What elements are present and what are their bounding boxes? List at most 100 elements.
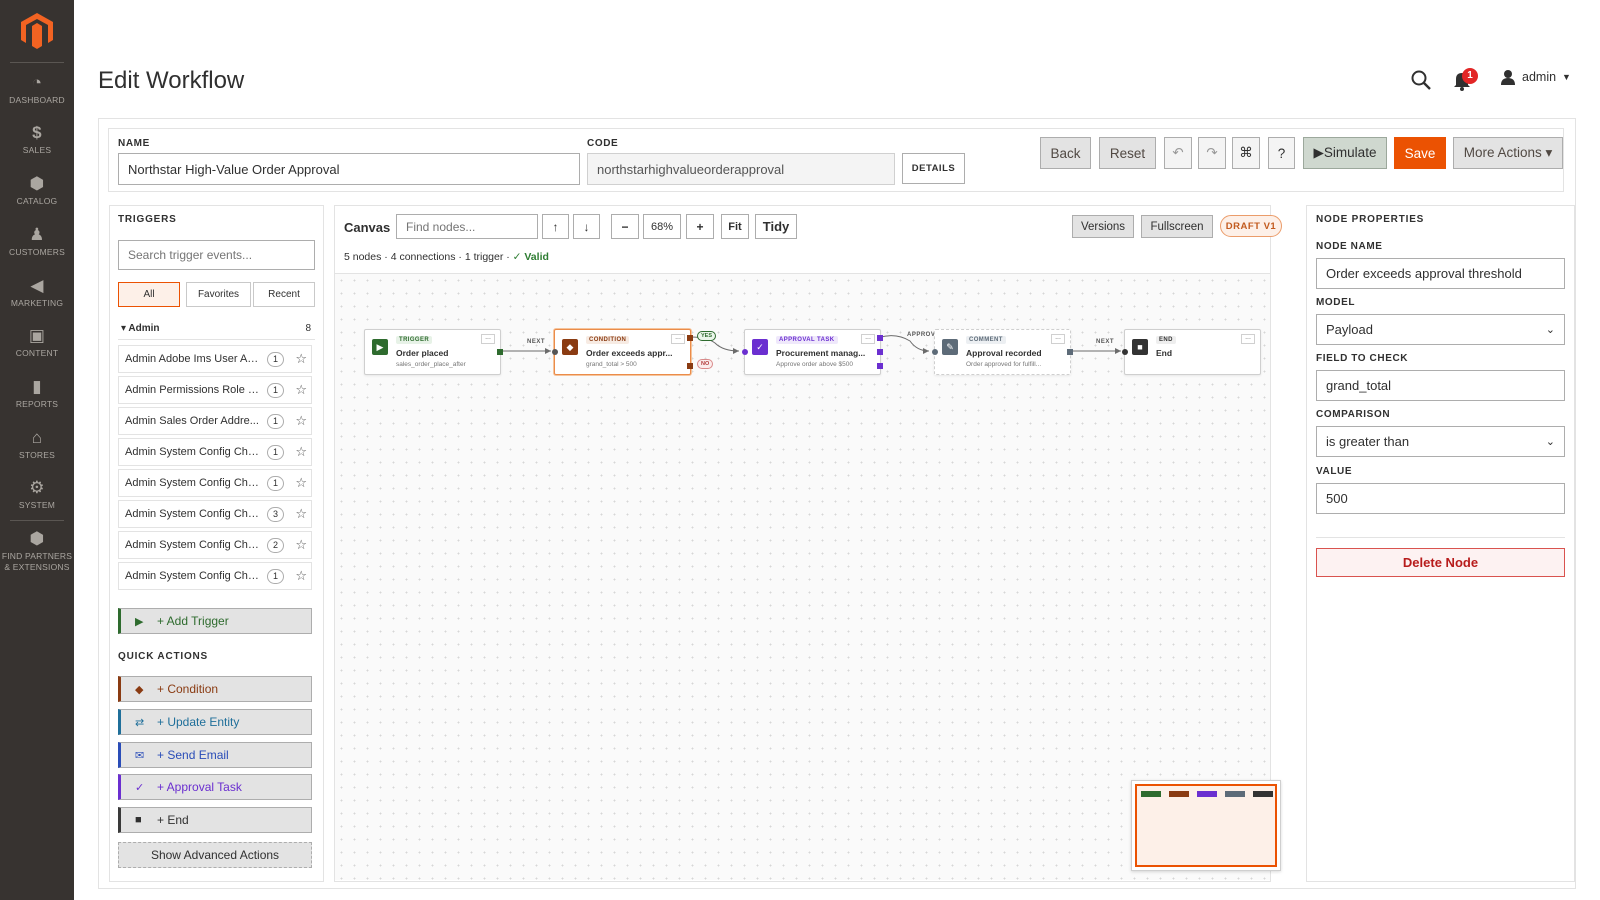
node-type: CONDITION (586, 336, 630, 344)
trigger-search-input[interactable] (118, 240, 315, 270)
add-update-entity-button[interactable]: ⇄ + Update Entity (118, 709, 312, 735)
person-icon: ♟ (29, 225, 45, 244)
output-port-yes[interactable] (687, 335, 693, 341)
trigger-item[interactable]: Admin Permissions Role P... 1 ☆ (118, 376, 312, 404)
zoom-level: 68% (643, 214, 681, 239)
help-button[interactable]: ? (1268, 137, 1295, 169)
star-icon[interactable]: ☆ (295, 537, 307, 553)
trigger-item[interactable]: Admin System Config Cha... 2 ☆ (118, 531, 312, 559)
nav-marketing[interactable]: ◀ MARKETING (0, 277, 74, 309)
user-menu[interactable]: admin ▼ (1500, 69, 1571, 85)
node-subtitle: sales_order_place_after (396, 361, 466, 368)
trigger-group-admin[interactable]: ▾ Admin 8 (118, 318, 315, 340)
zoom-out-button[interactable]: − (611, 214, 639, 239)
edge-label-approved: APPROV (907, 332, 936, 338)
back-button[interactable]: Back (1040, 137, 1091, 169)
trigger-item[interactable]: Admin Adobe Ims User Au... 1 ☆ (118, 345, 312, 373)
node-comment[interactable]: ✎ COMMENT Approval recorded Order approv… (932, 329, 1073, 375)
node-menu-button[interactable]: ... (1051, 334, 1065, 344)
input-port[interactable] (552, 349, 558, 355)
redo-button[interactable]: ↷ (1198, 137, 1226, 169)
minimap[interactable] (1131, 780, 1281, 871)
reset-button[interactable]: Reset (1099, 137, 1156, 169)
star-icon[interactable]: ☆ (295, 568, 307, 584)
nav-dashboard[interactable]: ◔ DASHBOARD (0, 74, 74, 106)
node-trigger[interactable]: ▶ TRIGGER Order placed sales_order_place… (364, 329, 503, 375)
trigger-item[interactable]: Admin System Config Cha... 1 ☆ (118, 469, 312, 497)
trigger-item[interactable]: Admin System Config Cha... 1 ☆ (118, 562, 312, 590)
shortcuts-button[interactable]: ⌘ (1232, 137, 1260, 169)
tab-all[interactable]: All (118, 282, 180, 307)
output-port-no[interactable] (687, 363, 693, 369)
add-send-email-button[interactable]: ✉ + Send Email (118, 742, 312, 768)
trigger-item[interactable]: Admin Sales Order Addre... 1 ☆ (118, 407, 312, 435)
star-icon[interactable]: ☆ (295, 351, 307, 367)
model-select[interactable]: Payload ⌄ (1316, 314, 1565, 345)
details-button[interactable]: DETAILS (902, 153, 965, 184)
value-input[interactable]: 500 (1316, 483, 1565, 514)
node-end[interactable]: ■ END End ... (1122, 329, 1261, 375)
input-port[interactable] (1122, 349, 1128, 355)
nav-stores[interactable]: ⌂ STORES (0, 429, 74, 461)
comparison-select[interactable]: is greater than ⌄ (1316, 426, 1565, 457)
next-match-button[interactable]: ↓ (573, 214, 600, 239)
undo-button[interactable]: ↶ (1164, 137, 1192, 169)
output-port[interactable] (877, 349, 883, 355)
minimap-node (1197, 791, 1217, 797)
star-icon[interactable]: ☆ (295, 444, 307, 460)
star-icon[interactable]: ☆ (295, 382, 307, 398)
node-menu-button[interactable]: ... (671, 334, 685, 344)
nav-content[interactable]: ▣ CONTENT (0, 327, 74, 359)
add-end-button[interactable]: ■ + End (118, 807, 312, 833)
find-nodes-input[interactable] (396, 214, 538, 239)
output-port[interactable] (877, 363, 883, 369)
output-port[interactable] (497, 349, 503, 355)
tab-favorites[interactable]: Favorites (186, 282, 251, 307)
node-condition[interactable]: ◆ CONDITION Order exceeds appr... grand_… (552, 329, 693, 375)
field-to-check-input[interactable]: grand_total (1316, 370, 1565, 401)
chevron-down-icon: ⌄ (1545, 436, 1555, 448)
tidy-button[interactable]: Tidy (755, 214, 797, 239)
fullscreen-button[interactable]: Fullscreen (1141, 215, 1213, 238)
node-approval-task[interactable]: ✓ APPROVAL TASK Procurement manag... App… (742, 329, 883, 375)
versions-button[interactable]: Versions (1072, 215, 1134, 238)
node-type: END (1156, 336, 1176, 344)
trigger-item[interactable]: Admin System Config Cha... 1 ☆ (118, 438, 312, 466)
star-icon[interactable]: ☆ (295, 413, 307, 429)
node-menu-button[interactable]: ... (861, 334, 875, 344)
nav-catalog[interactable]: ⬢ CATALOG (0, 175, 74, 207)
simulate-button[interactable]: ▶Simulate (1303, 137, 1387, 169)
input-port[interactable] (932, 349, 938, 355)
trigger-item[interactable]: Admin System Config Cha... 3 ☆ (118, 500, 312, 528)
add-trigger-button[interactable]: ▶ + Add Trigger (118, 608, 312, 634)
show-advanced-actions-button[interactable]: Show Advanced Actions (118, 842, 312, 868)
node-menu-button[interactable]: ... (481, 334, 495, 344)
nav-find-partners[interactable]: ⬢ FIND PARTNERS & EXTENSIONS (0, 530, 74, 573)
input-port[interactable] (742, 349, 748, 355)
node-menu-button[interactable]: ... (1241, 334, 1255, 344)
nav-system[interactable]: ⚙ SYSTEM (0, 479, 74, 511)
prev-match-button[interactable]: ↑ (542, 214, 569, 239)
star-icon[interactable]: ☆ (295, 506, 307, 522)
name-input[interactable]: Northstar High-Value Order Approval (118, 153, 580, 185)
output-port[interactable] (877, 335, 883, 341)
search-icon[interactable] (1410, 69, 1432, 91)
node-name-input[interactable]: Order exceeds approval threshold (1316, 258, 1565, 289)
admin-sidebar: ◔ DASHBOARD $ SALES ⬢ CATALOG ♟ CUSTOMERS ◀ M… (0, 0, 74, 900)
save-button[interactable]: Save (1394, 137, 1446, 169)
more-actions-button[interactable]: More Actions ▾ (1453, 137, 1563, 169)
code-input[interactable]: northstarhighvalueorderapproval (587, 153, 895, 185)
nav-customers[interactable]: ♟ CUSTOMERS (0, 226, 74, 258)
zoom-in-button[interactable]: + (686, 214, 714, 239)
magento-logo-icon[interactable] (20, 12, 54, 50)
nav-sales[interactable]: $ SALES (0, 124, 74, 156)
nav-reports[interactable]: ▮ REPORTS (0, 378, 74, 410)
add-condition-button[interactable]: ◆ + Condition (118, 676, 312, 702)
minimap-node (1141, 791, 1161, 797)
delete-node-button[interactable]: Delete Node (1316, 548, 1565, 577)
tab-recent[interactable]: Recent (253, 282, 315, 307)
output-port[interactable] (1067, 349, 1073, 355)
star-icon[interactable]: ☆ (295, 475, 307, 491)
add-approval-task-button[interactable]: ✓ + Approval Task (118, 774, 312, 800)
fit-button[interactable]: Fit (721, 214, 749, 239)
